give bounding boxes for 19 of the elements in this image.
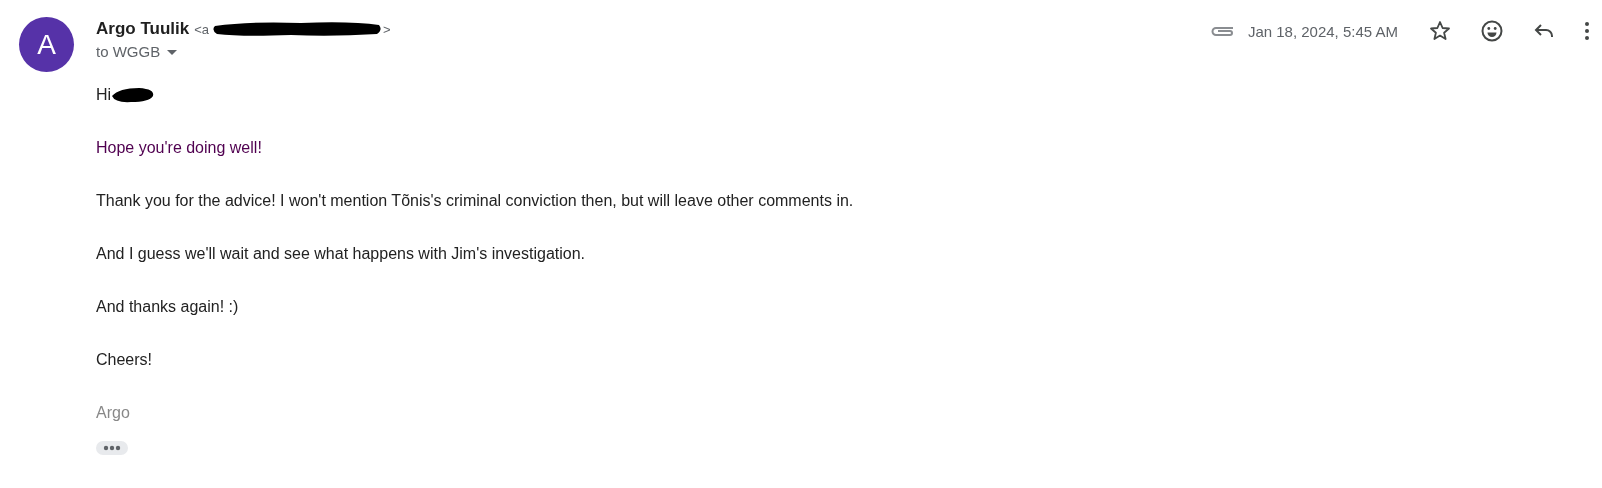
- message-paragraph: Thank you for the advice! I won't mention Tõnis's criminal conviction then, but will leave other comments in.: [96, 191, 855, 211]
- show-trimmed-button[interactable]: [96, 441, 128, 455]
- signature: Argo: [96, 403, 131, 423]
- emoji-icon[interactable]: [1480, 19, 1504, 43]
- star-icon[interactable]: [1428, 19, 1452, 43]
- greeting: Hi: [96, 85, 112, 105]
- date-time: Jan 18, 2024, 5:45 AM: [1247, 22, 1398, 40]
- message-paragraph: Cheers!: [96, 350, 154, 370]
- sender-email: <a: [194, 21, 209, 37]
- more-icon[interactable]: [1584, 21, 1590, 41]
- dots-icon: [102, 445, 122, 451]
- sender-avatar: A: [19, 17, 74, 72]
- message-paragraph: And thanks again! :): [96, 297, 240, 317]
- sender-name: Argo Tuulik: [96, 19, 190, 39]
- sender-email: >: [383, 21, 391, 37]
- message-paragraph: And I guess we'll wait and see what happens with Jim's investigation.: [96, 244, 587, 264]
- message-paragraph: Hope you're doing well!: [96, 138, 263, 158]
- recipients: to WGGB: [96, 43, 161, 60]
- caret-icon[interactable]: [167, 49, 178, 56]
